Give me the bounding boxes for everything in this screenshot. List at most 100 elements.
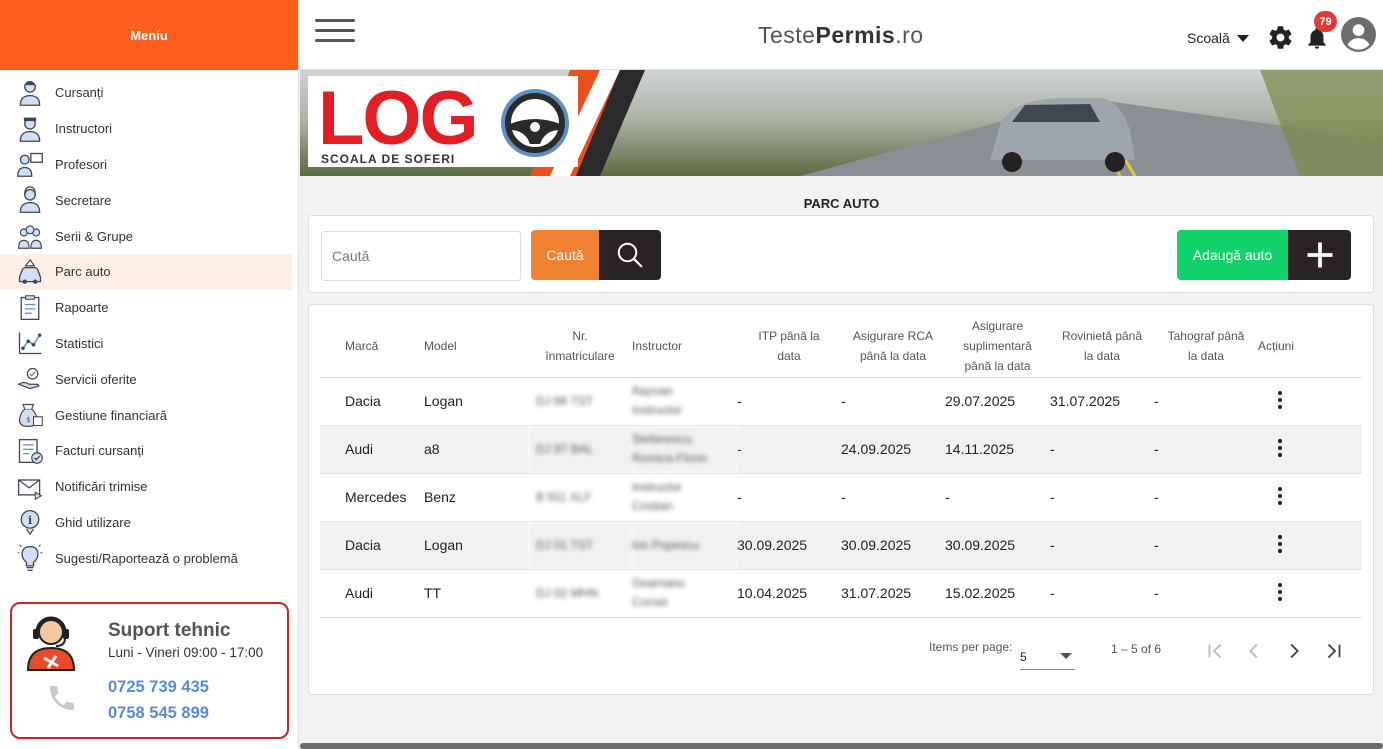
school-banner: LOG SCOALA DE SOFERI [300,70,1383,176]
sidebar-item-7[interactable]: Statistici [0,326,292,362]
sidebar-item-5[interactable]: Parc auto [0,253,292,290]
horizontal-scrollbar[interactable] [300,743,1383,749]
plus-icon [1307,242,1332,268]
col-nr[interactable]: Nr. înmatriculare [528,315,632,378]
search-panel: Caută Adaugă auto [308,215,1374,293]
sidebar-item-4[interactable]: Serii & Grupe [0,218,292,254]
instructor-icon [15,114,45,144]
table-row[interactable]: Dacia Logan DJ 66 TST Razvan Instructor - -29… [320,377,1362,426]
cell-asigurare-suplimentara: 29.07.2025 [945,377,1050,426]
support-title: Suport tehnic [108,620,231,641]
more-vertical-icon[interactable] [1272,581,1288,603]
sidebar-item-8[interactable]: Servicii oferite [0,361,292,397]
sidebar-item-label: Notificări trimise [55,479,148,495]
items-per-page-label: Items per page: [929,640,1013,654]
cell-rca: 24.09.2025 [841,425,945,474]
sidebar-item-9[interactable]: $ Gestiune financiară [0,397,292,433]
cell-asigurare-suplimentara: 14.11.2025 [945,425,1050,474]
col-rovinieta[interactable]: Rovinietă până la data [1050,315,1154,378]
sidebar-item-6[interactable]: Rapoarte [0,290,292,326]
previous-page-button[interactable] [1241,638,1267,664]
topbar: TestePermis.ro Scoală 79 [300,0,1383,70]
add-car-button[interactable]: Adaugă auto [1177,230,1351,280]
col-rca[interactable]: Asigurare RCA până la data [841,315,945,378]
table-row[interactable]: Audi TT DJ 02 MHN Gearnanu Cornel 10.04.2025… [320,569,1362,618]
sidebar-item-label: Rapoarte [55,300,109,316]
sidebar-item-label: Serii & Grupe [55,228,134,244]
more-vertical-icon[interactable] [1272,437,1288,459]
cell-model: a8 [424,425,528,474]
menu-toggle-button[interactable] [315,19,355,45]
cell-rovinieta: - [1050,569,1154,618]
cell-rca: - [841,377,945,426]
sidebar-item-label: Statistici [55,335,104,351]
cell-rca: - [841,473,945,522]
sidebar-item-label: Servicii oferite [55,371,137,387]
sidebar-item-11[interactable]: Notificări trimise [0,469,292,505]
table-row[interactable]: Mercedes Benz B 911 XLF Instructor Cristian… [320,473,1362,522]
search-input[interactable] [321,231,521,281]
last-page-button[interactable] [1321,638,1347,664]
support-agent-icon [26,616,76,671]
sidebar-item-12[interactable]: i Ghid utilizare [0,505,292,541]
cell-asigurare-suplimentara: 30.09.2025 [945,521,1050,570]
first-page-button[interactable] [1202,638,1228,664]
caret-down-icon [1060,653,1072,659]
col-itp[interactable]: ITP până la data [737,315,841,378]
app-root: Meniu Cursanți Instructori Profesori Secret… [0,0,1383,749]
col-tahograf[interactable]: Tahograf până la data [1154,315,1258,378]
sidebar-item-3[interactable]: Secretare [0,182,292,218]
support-phone-2[interactable]: 0758 545 899 [108,704,209,723]
table-row[interactable]: Audi a8 DJ 97 BAL Stefanescu Romica-Florin -… [320,425,1362,474]
sidebar-item-0[interactable]: Cursanți [0,75,292,111]
sidebar-item-2[interactable]: Profesori [0,147,292,183]
cell-rca: 30.09.2025 [841,521,945,570]
chevron-left-icon [1249,643,1258,659]
items-per-page-select[interactable]: 5 [1020,645,1075,670]
cell-marca: Audi [345,569,424,618]
search-button-label: Caută [531,230,599,280]
info-icon: i [15,507,45,537]
cars-table-body: Dacia Logan DJ 66 TST Razvan Instructor - -29… [320,377,1362,618]
sidebar-item-10[interactable]: Facturi cursanți [0,433,292,469]
support-phone-1[interactable]: 0725 739 435 [108,678,209,697]
logo-subtitle: SCOALA DE SOFERI [321,152,456,166]
next-page-button[interactable] [1281,638,1307,664]
col-instructor[interactable]: Instructor [632,315,737,378]
cell-instructor: Razvan Instructor [632,377,737,426]
search-button[interactable]: Caută [531,230,661,280]
cell-nr-inmatriculare: DJ 66 TST [528,377,632,426]
steering-wheel-icon [501,89,569,157]
school-dropdown[interactable]: Scoală [1187,30,1249,46]
col-suplimentara[interactable]: Asigurare suplimentară până la data [945,315,1050,378]
logo-text: LOG [318,76,479,161]
student-icon [15,78,45,108]
add-car-button-label: Adaugă auto [1177,230,1288,280]
mail-icon [15,472,45,502]
brand-logo[interactable]: TestePermis.ro [758,22,924,49]
sidebar-item-13[interactable]: Sugesti/Raportează o problemă [0,540,292,576]
sidebar-item-label: Parc auto [55,264,111,280]
cell-instructor: Gearnanu Cornel [632,569,737,618]
support-hours: Luni - Vineri 09:00 - 17:00 [108,645,264,660]
sidebar-item-label: Sugesti/Raportează o problemă [55,550,238,566]
user-avatar-icon[interactable] [1341,17,1376,52]
table-row[interactable]: Dacia Logan DJ 01 TST Ion Popescu 30.09.2025… [320,521,1362,570]
col-model[interactable]: Model [424,315,528,378]
cell-itp: - [737,377,841,426]
more-vertical-icon[interactable] [1272,389,1288,411]
car-icon [15,257,45,287]
notification-badge: 79 [1314,11,1337,32]
more-vertical-icon[interactable] [1272,485,1288,507]
school-dropdown-label: Scoală [1187,30,1230,46]
col-marca[interactable]: Marcă [345,315,424,378]
cell-itp: - [737,425,841,474]
gear-icon[interactable] [1267,24,1294,51]
sidebar-item-1[interactable]: Instructori [0,111,292,147]
report-icon [15,293,45,323]
cell-itp: 10.04.2025 [737,569,841,618]
more-vertical-icon[interactable] [1272,533,1288,555]
cell-nr-inmatriculare: DJ 97 BAL [528,425,632,474]
cell-itp: - [737,473,841,522]
cell-actiuni [1258,473,1362,522]
